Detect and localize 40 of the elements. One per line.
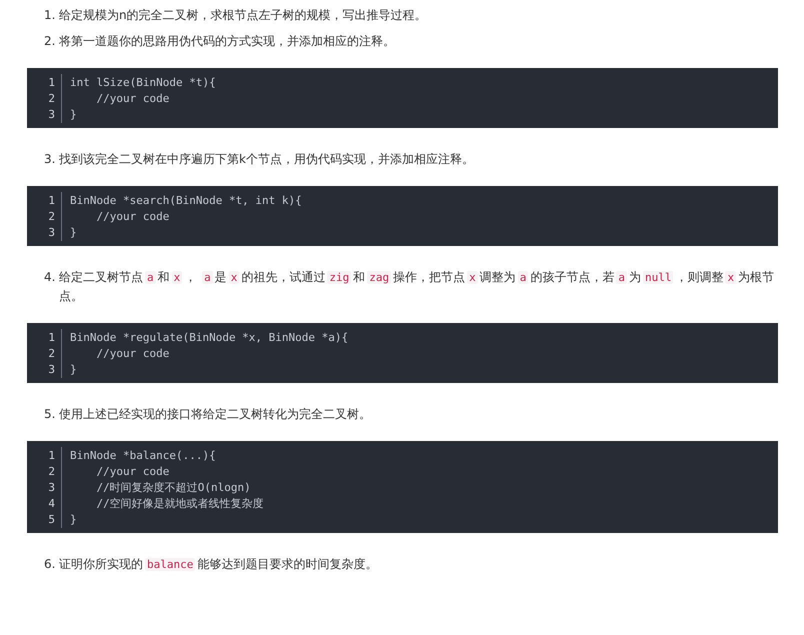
line-number: 2 (27, 90, 62, 106)
code-line: BinNode *search(BinNode *t, int k){ (69, 194, 302, 206)
line-number: 2 (27, 208, 62, 224)
code-line: //空间好像是就地或者线性复杂度 (95, 496, 264, 510)
question-text: 给定二叉树节点 a 和 x ， a 是 x 的祖先，试通过 zig 和 zag 操作，把节点 x 调整为 a 的孩子节点，若 a 为 null ，则调整 x 为根节点。 (59, 269, 776, 305)
code-line: } (69, 512, 77, 526)
line-number: 3 (27, 360, 62, 378)
code-line: } (69, 226, 77, 238)
line-number: 3 (27, 224, 62, 240)
code-line: //your code (95, 346, 170, 360)
list-number: 5. (44, 406, 56, 423)
line-number: 2 (27, 462, 62, 480)
line-number: 2 (27, 344, 62, 362)
list-number: 2. (44, 33, 56, 50)
code-line: BinNode *balance(...){ (69, 448, 216, 462)
line-number: 1 (27, 74, 62, 90)
code-line: } (69, 108, 77, 120)
line-number: 5 (27, 510, 62, 528)
list-number: 3. (44, 151, 56, 168)
code-line: } (69, 362, 77, 376)
question-text: 给定规模为n的完全二叉树，求根节点左子树的规模，写出推导过程。 (59, 7, 428, 24)
question-text: 将第一道题你的思路用伪代码的方式实现，并添加相应的注释。 (59, 33, 396, 50)
line-number: 1 (27, 328, 62, 346)
list-number: 4. (44, 269, 56, 286)
code-line: //your code (95, 92, 170, 104)
line-number: 1 (27, 192, 62, 208)
code-line: //your code (95, 464, 170, 478)
list-number: 6. (44, 556, 56, 573)
code-line: BinNode *regulate(BinNode *x, BinNode *a){ (69, 330, 348, 344)
code-line: //your code (95, 210, 170, 222)
code-line: //时间复杂度不超过O(nlogn) (95, 480, 251, 494)
line-number: 3 (27, 478, 62, 496)
line-number: 3 (27, 106, 62, 122)
question-text: 找到该完全二叉树在中序遍历下第k个节点，用伪代码实现，并添加相应注释。 (59, 151, 475, 168)
question-text: 证明你所实现的 balance 能够达到题目要求的时间复杂度。 (59, 556, 378, 573)
line-number: 1 (27, 446, 62, 464)
list-number: 1. (44, 7, 56, 24)
code-line: int lSize(BinNode *t){ (69, 76, 216, 88)
line-number: 4 (27, 494, 62, 512)
question-text: 使用上述已经实现的接口将给定二叉树转化为完全二叉树。 (59, 406, 372, 423)
